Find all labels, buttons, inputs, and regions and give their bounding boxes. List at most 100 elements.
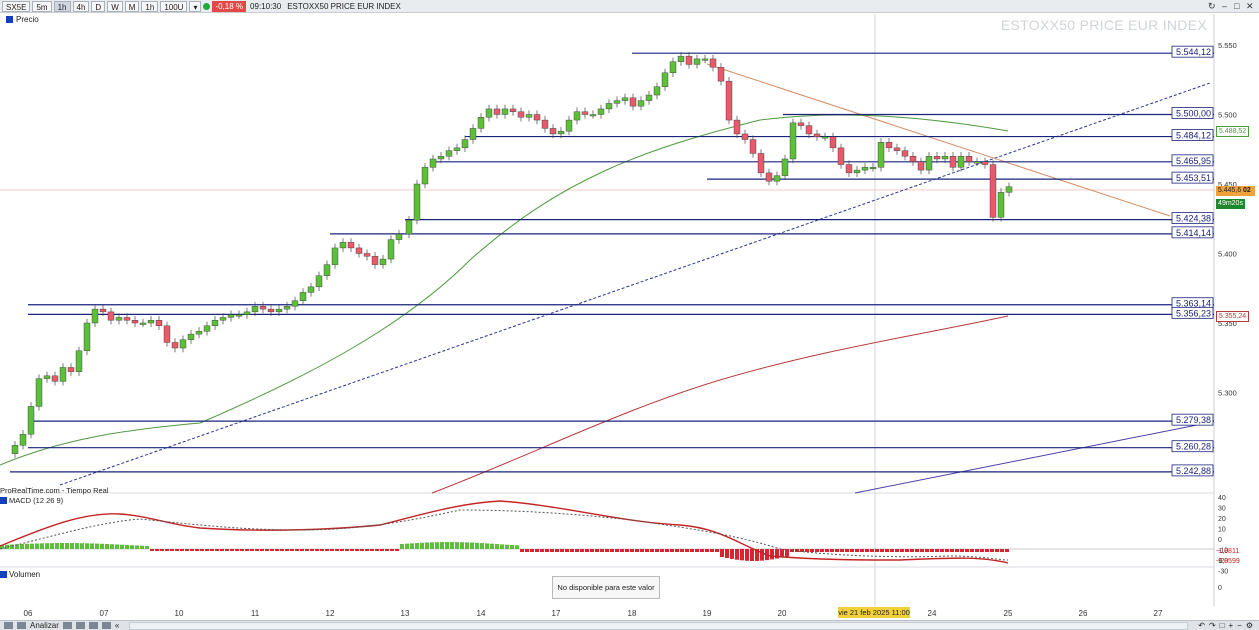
zoom-in-icon[interactable]: + [1228,621,1233,630]
macd-bar [585,549,589,552]
horizontal-scrollbar[interactable] [129,621,1189,630]
candle-body [155,320,163,326]
scroll-left-icon[interactable]: « [115,621,119,630]
macd-bar [580,549,584,552]
candle-body [877,142,885,168]
candle-body [339,242,347,249]
candle-body [885,142,893,149]
macd-bar [130,545,134,549]
macd-bar [995,549,999,552]
candle-body [477,117,485,129]
date-tick: 07 [100,609,109,618]
level-value: 5.260,28 [1176,442,1211,452]
layout-icon[interactable] [88,622,98,629]
macd-bar [480,543,484,549]
candle-body [203,325,211,332]
macd-bar [110,544,114,549]
settings-icon[interactable]: ⚙ [1246,621,1259,630]
macd-bar [180,549,184,551]
macd-bar [525,549,529,552]
macd-bar [415,543,419,549]
menu-icon[interactable] [4,622,13,629]
macd-bar [370,549,374,551]
macd-bar [40,543,44,549]
candle-body [613,100,621,104]
macd-bar [960,549,964,552]
macd-bar [835,549,839,552]
candle-body [517,111,525,118]
candle-body [379,258,387,265]
date-tick: 10 [175,609,184,618]
date-tick: 24 [928,609,937,618]
macd-bar [230,549,234,551]
candle-body [307,286,315,293]
candle-body [131,320,139,324]
macd-bar [60,543,64,549]
calendar-icon[interactable] [75,622,85,629]
candle-body [429,158,437,168]
macd-bar [125,544,129,549]
macd-bar [855,549,859,552]
print-icon[interactable] [101,622,111,629]
candle-body [733,119,741,135]
macd-bar [670,549,674,552]
macd-bar [600,549,604,552]
lock-icon[interactable]: □ [1220,621,1225,630]
macd-bar [365,549,369,551]
macd-bar [505,544,509,549]
macd-bar [190,549,194,551]
date-tick: 17 [552,609,561,618]
macd-bar [460,542,464,549]
macd-bar [205,549,209,551]
macd-bar [495,544,499,549]
macd-bar [905,549,909,552]
candle-body [645,94,653,101]
macd-bar [925,549,929,552]
redo-icon[interactable]: ↷ [1209,621,1216,630]
macd-bar [70,543,74,549]
macd-bar [645,549,649,552]
grid-icon[interactable] [62,622,72,629]
macd-bar [20,544,24,549]
ma-red-value: 5.355,24 [1216,311,1249,322]
candle-body [363,253,371,257]
candle-body [869,167,877,170]
candle-body [949,155,957,168]
undo-icon[interactable]: ↶ [1198,621,1205,630]
macd-bar [105,544,109,549]
candle-body [227,314,235,318]
candle-body [315,275,323,288]
macd-bar [945,549,949,552]
macd-bar [955,549,959,552]
candle-body [35,378,43,407]
macd-bar [675,549,679,552]
analyze-button[interactable]: Analizar [30,621,59,630]
level-value: 5.544,12 [1176,47,1211,57]
window-icon[interactable] [17,622,26,629]
level-value: 5.453,51 [1176,173,1211,183]
price-tick: 5.300 [1218,389,1237,398]
candle-body [941,155,949,160]
macd-bar [155,549,159,551]
price-chart[interactable]: 5.544,12 5.500,00 5.484,12 5.465,95 5.453,51… [0,0,1259,620]
macd-bar [490,543,494,549]
candle-body [925,155,933,171]
candle-body [251,306,259,313]
candle-body [637,100,645,107]
candle-body [235,314,243,317]
candle-body [757,153,765,174]
crosshair-date: vie 21 feb 2025 11:00 [838,607,910,618]
macd-bar [320,549,324,551]
macd-bar [895,549,899,552]
macd-bar [380,549,384,551]
macd-tick: 30 [1218,506,1226,513]
candle-body [965,155,973,162]
macd-bar [665,549,669,552]
candle-body [589,114,597,117]
candle-body [717,67,725,82]
zoom-out-icon[interactable]: − [1237,621,1242,630]
date-tick: 20 [778,609,787,618]
candle-body [765,172,773,182]
macd-bar [45,543,49,549]
candle-body [387,239,395,260]
